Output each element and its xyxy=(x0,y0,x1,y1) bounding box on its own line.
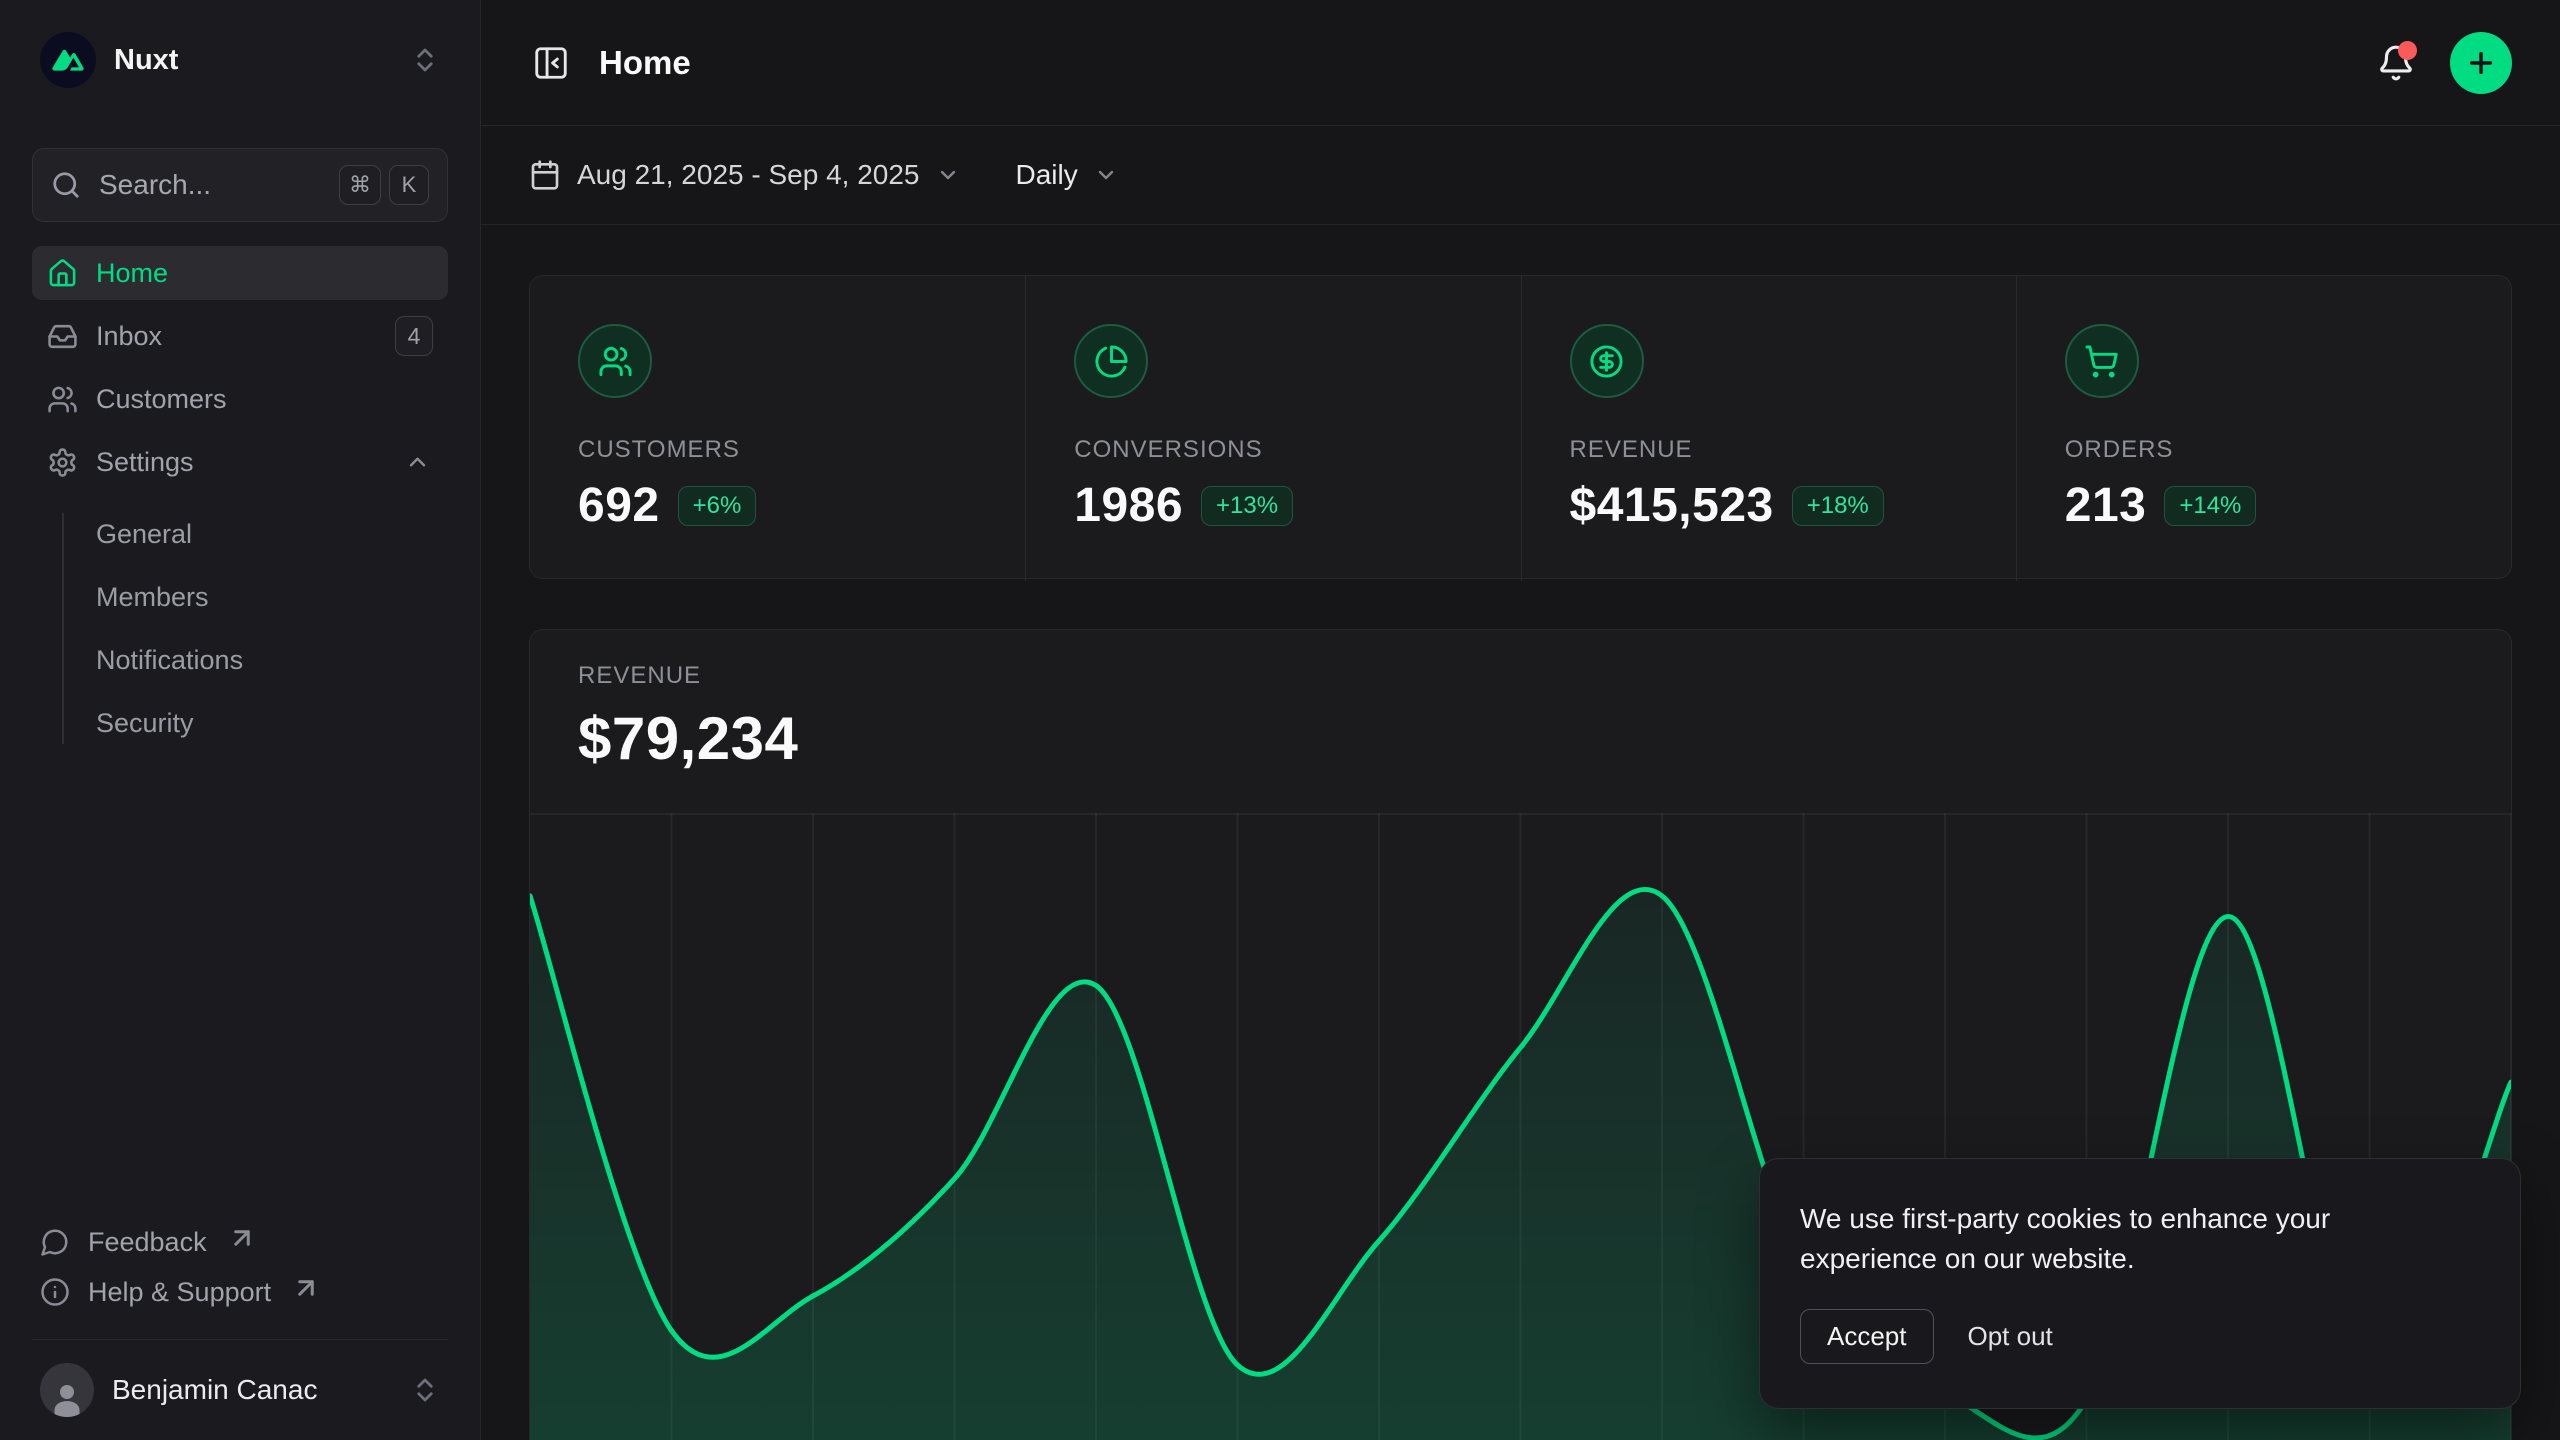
kbd-k: K xyxy=(389,165,429,205)
stat-value: $415,523 xyxy=(1570,478,1774,533)
external-link-icon xyxy=(227,1223,257,1253)
stat-delta-badge: +6% xyxy=(678,486,757,526)
search-icon xyxy=(51,170,81,200)
stat-label: REVENUE xyxy=(1570,436,1968,464)
filters-toolbar: Aug 21, 2025 - Sep 4, 2025 Daily xyxy=(481,126,2560,225)
stats-card: CUSTOMERS 692 +6% CONVERSIONS 1986 +13% xyxy=(529,275,2512,579)
stat-label: CUSTOMERS xyxy=(578,436,977,464)
info-circle-icon xyxy=(40,1277,70,1307)
unread-notification-dot xyxy=(2398,41,2417,60)
search-shortcut: ⌘ K xyxy=(339,165,429,205)
sidebar-item-notifications[interactable]: Notifications xyxy=(32,633,448,687)
revenue-value: $79,234 xyxy=(578,704,2463,773)
user-menu[interactable]: Benjamin Canac xyxy=(32,1360,448,1420)
sidebar-spacer xyxy=(32,750,448,1217)
stat-value: 1986 xyxy=(1074,478,1183,533)
settings-subtree: General Members Notifications Security xyxy=(32,507,448,750)
cart-icon xyxy=(2084,344,2119,379)
users-icon xyxy=(47,384,78,415)
plus-icon xyxy=(2465,47,2497,79)
optout-cookies-button[interactable]: Opt out xyxy=(1968,1321,2053,1352)
date-range-picker[interactable]: Aug 21, 2025 - Sep 4, 2025 xyxy=(529,159,960,191)
footer-item-label: Help & Support xyxy=(88,1277,271,1308)
sidebar-item-members[interactable]: Members xyxy=(32,570,448,624)
sidebar-item-security[interactable]: Security xyxy=(32,696,448,750)
kbd-cmd: ⌘ xyxy=(339,165,381,205)
calendar-icon xyxy=(529,159,561,191)
search-input[interactable]: Search... ⌘ K xyxy=(32,148,448,222)
stat-revenue: REVENUE $415,523 +18% xyxy=(1521,276,2016,581)
search-placeholder: Search... xyxy=(99,169,321,201)
gear-icon xyxy=(47,447,78,478)
avatar xyxy=(40,1363,94,1417)
circle-dollar-icon xyxy=(1589,344,1624,379)
workspace-switcher[interactable]: Nuxt xyxy=(32,28,448,92)
stat-orders: ORDERS 213 +14% xyxy=(2016,276,2511,581)
sidebar-item-label: Settings xyxy=(96,447,194,478)
sidebar: Nuxt Search... ⌘ K Home Inbox 4 Cu xyxy=(0,0,481,1440)
sidebar-user-section: Benjamin Canac xyxy=(32,1339,448,1420)
cookie-actions: Accept Opt out xyxy=(1800,1309,2480,1364)
stat-delta-badge: +18% xyxy=(1792,486,1884,526)
chat-bubble-icon xyxy=(40,1227,70,1257)
stat-label: CONVERSIONS xyxy=(1074,436,1472,464)
user-name: Benjamin Canac xyxy=(112,1374,317,1406)
stat-icon-wrap xyxy=(578,324,652,398)
footer-item-label: Feedback xyxy=(88,1227,207,1258)
sidebar-item-customers[interactable]: Customers xyxy=(32,372,448,426)
chevrons-up-down-icon xyxy=(410,1375,440,1405)
stat-label: ORDERS xyxy=(2065,436,2463,464)
pie-chart-icon xyxy=(1094,344,1129,379)
sidebar-item-label: Customers xyxy=(96,384,227,415)
home-icon xyxy=(47,258,78,289)
stat-delta-badge: +14% xyxy=(2164,486,2256,526)
period-select[interactable]: Daily xyxy=(1016,159,1118,191)
stat-value: 213 xyxy=(2065,478,2147,533)
sidebar-item-home[interactable]: Home xyxy=(32,246,448,300)
sidebar-item-settings[interactable]: Settings xyxy=(32,435,448,489)
stat-icon-wrap xyxy=(1074,324,1148,398)
top-bar-actions xyxy=(2372,32,2512,94)
stat-icon-wrap xyxy=(1570,324,1644,398)
sidebar-item-label: Inbox xyxy=(96,321,162,352)
chevrons-up-down-icon xyxy=(410,45,440,75)
chevron-down-icon xyxy=(1094,163,1118,187)
page-title: Home xyxy=(599,44,691,82)
chevron-up-icon xyxy=(402,449,433,475)
notifications-button[interactable] xyxy=(2372,39,2420,87)
stat-value: 692 xyxy=(578,478,660,533)
external-link-icon xyxy=(291,1273,321,1303)
inbox-count-badge: 4 xyxy=(395,316,433,356)
sidebar-item-inbox[interactable]: Inbox 4 xyxy=(32,309,448,363)
cookie-banner: We use first-party cookies to enhance yo… xyxy=(1759,1158,2521,1409)
sidebar-nav: Home Inbox 4 Customers Settings General … xyxy=(32,246,448,750)
nuxt-logo-icon xyxy=(40,32,96,88)
accept-cookies-button[interactable]: Accept xyxy=(1800,1309,1934,1364)
workspace-name: Nuxt xyxy=(114,44,178,77)
users-icon xyxy=(598,344,633,379)
panel-left-close-icon xyxy=(532,44,570,82)
add-button[interactable] xyxy=(2450,32,2512,94)
sidebar-item-general[interactable]: General xyxy=(32,507,448,561)
sidebar-item-feedback[interactable]: Feedback xyxy=(32,1217,448,1267)
stat-icon-wrap xyxy=(2065,324,2139,398)
subtree-guide-line xyxy=(62,513,64,744)
top-bar: Home xyxy=(481,0,2560,126)
sidebar-item-help-support[interactable]: Help & Support xyxy=(32,1267,448,1317)
date-range-label: Aug 21, 2025 - Sep 4, 2025 xyxy=(577,159,920,191)
stat-customers: CUSTOMERS 692 +6% xyxy=(530,276,1025,581)
collapse-sidebar-button[interactable] xyxy=(529,41,573,85)
cookie-message: We use first-party cookies to enhance yo… xyxy=(1800,1199,2420,1279)
revenue-chart-header: REVENUE $79,234 xyxy=(530,630,2511,773)
stat-conversions: CONVERSIONS 1986 +13% xyxy=(1025,276,1520,581)
chevron-down-icon xyxy=(936,163,960,187)
period-label: Daily xyxy=(1016,159,1078,191)
stat-delta-badge: +13% xyxy=(1201,486,1293,526)
revenue-label: REVENUE xyxy=(578,662,2463,690)
inbox-icon xyxy=(47,321,78,352)
sidebar-item-label: Home xyxy=(96,258,168,289)
